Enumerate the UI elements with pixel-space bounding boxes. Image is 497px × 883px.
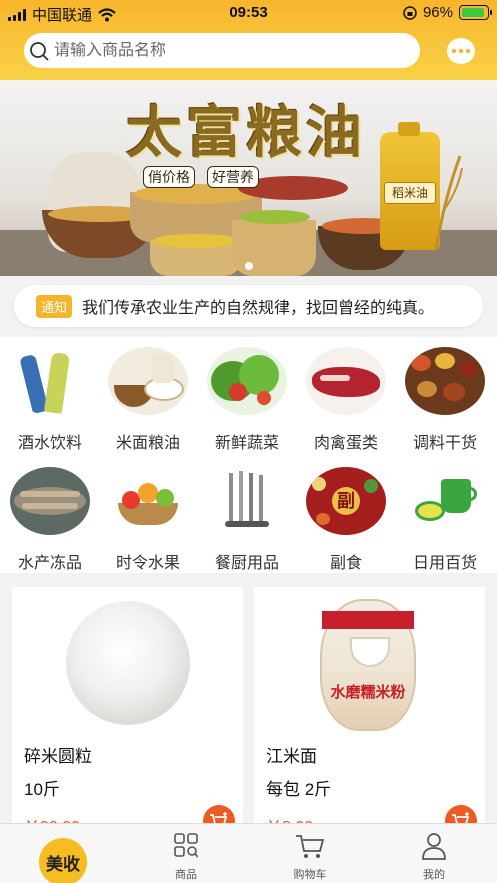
banner-title: 太富粮油 [126, 100, 366, 166]
category-label: 时令水果 [115, 555, 180, 572]
battery-percent: 96% [422, 4, 453, 21]
package-text: 水磨糯米粉 [330, 684, 406, 701]
seafood-icon [10, 467, 90, 535]
banner-tags: 俏价格 好营养 [143, 166, 259, 188]
category-label: 水产冻品 [17, 555, 82, 572]
search-input[interactable] [54, 41, 394, 60]
meat-icon [306, 347, 386, 415]
category-daily-goods[interactable]: 日用百货 [400, 467, 490, 573]
tab-label: 商品 [175, 869, 197, 881]
category-label: 副食 [329, 555, 362, 572]
message-icon[interactable] [447, 38, 475, 64]
oil-label: 稻米油 [384, 182, 436, 204]
snacks-icon: 副 [306, 467, 386, 535]
product-card[interactable]: 水磨糯米粉 江米面 每包 2斤 ￥8.00 [254, 587, 485, 837]
cart-icon [296, 835, 325, 858]
product-card[interactable]: 碎米圆粒 10斤 ￥32.00 [12, 587, 243, 837]
carousel-indicator [0, 262, 497, 270]
notice-tag: 通知 [36, 294, 73, 318]
daily-goods-icon [405, 467, 485, 535]
tab-products[interactable]: 商品 [146, 824, 226, 883]
category-snacks[interactable]: 副 副食 [301, 467, 391, 573]
tab-bar: 美收 商品 购物车 我的 [0, 823, 497, 883]
status-bar: 中国联通 09:53 96% [0, 0, 497, 26]
battery-icon [459, 5, 492, 20]
tab-home[interactable]: 美收 [39, 838, 87, 883]
category-label: 酒水饮料 [17, 435, 82, 452]
category-kitchenware[interactable]: 餐厨用品 [202, 467, 292, 573]
category-meat[interactable]: 肉禽蛋类 [301, 347, 391, 453]
tab-me[interactable]: 我的 [394, 824, 474, 883]
category-fruit[interactable]: 时令水果 [103, 467, 193, 573]
grain-oil-icon [108, 347, 188, 415]
category-vegetables[interactable]: 新鲜蔬菜 [202, 347, 292, 453]
wheat-icon [430, 150, 466, 251]
banner-tag: 好营养 [207, 166, 259, 188]
header: 中国联通 09:53 96% [0, 0, 497, 80]
mung-bean-image [240, 210, 310, 224]
banner-tag: 俏价格 [143, 166, 195, 188]
product-name: 江米面 [266, 747, 317, 766]
tab-label: 我的 [423, 869, 445, 881]
product-name: 碎米圆粒 [24, 747, 92, 766]
category-grid: 酒水饮料 米面粮油 新鲜蔬菜 肉禽蛋类 调料干货 水产冻品 时令水果 餐厨用品 … [0, 337, 497, 573]
carousel-dot [244, 262, 253, 270]
category-label: 米面粮油 [115, 435, 180, 452]
search-bar[interactable] [24, 33, 420, 68]
notice-bar[interactable]: 通知 我们传承农业生产的自然规律，找回曾经的纯真。 [14, 285, 483, 327]
product-spec: 每包 2斤 [266, 780, 332, 799]
tab-label: 购物车 [293, 869, 327, 881]
grid-search-icon [174, 833, 198, 858]
notice-text: 我们传承农业生产的自然规律，找回曾经的纯真。 [82, 300, 435, 317]
category-seafood[interactable]: 水产冻品 [5, 467, 95, 573]
glutinous-rice-flour-image: 水磨糯米粉 [320, 599, 416, 731]
category-label: 调料干货 [412, 435, 477, 452]
category-label: 肉禽蛋类 [313, 435, 378, 452]
millet-image [152, 234, 240, 248]
category-label: 日用百货 [412, 555, 477, 572]
category-spices[interactable]: 调料干货 [400, 347, 490, 453]
vegetables-icon [207, 347, 287, 415]
user-icon [422, 833, 446, 860]
search-icon [30, 41, 49, 61]
category-grain-oil[interactable]: 米面粮油 [103, 347, 193, 453]
category-label: 新鲜蔬菜 [214, 435, 279, 452]
rice-image [66, 601, 190, 725]
kitchenware-icon [207, 467, 287, 535]
fruit-icon [108, 467, 188, 535]
drinks-icon [10, 347, 90, 415]
rotation-lock-icon [403, 5, 417, 20]
product-spec: 10斤 [24, 780, 60, 799]
spices-icon [405, 347, 485, 415]
category-drinks[interactable]: 酒水饮料 [5, 347, 95, 453]
category-label: 餐厨用品 [214, 555, 279, 572]
tab-cart[interactable]: 购物车 [270, 824, 350, 883]
promo-banner[interactable]: 稻米油 太富粮油 俏价格 好营养 [0, 80, 497, 276]
